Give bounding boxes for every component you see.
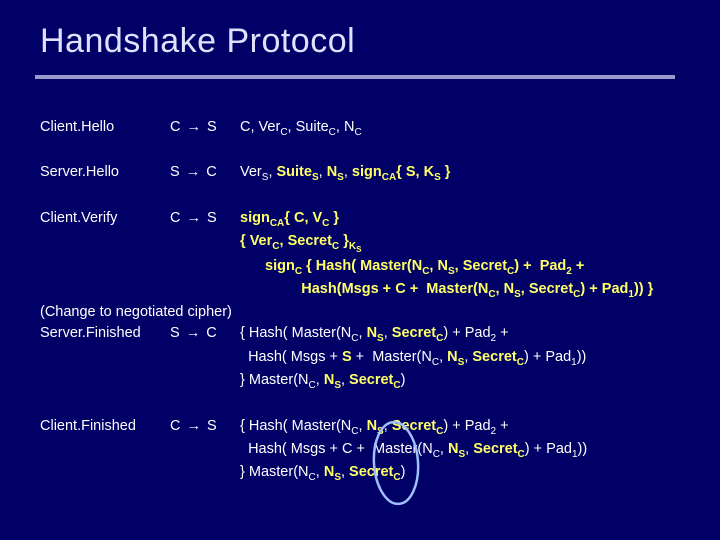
msg-payload: signCA{ C, VC } xyxy=(240,208,339,231)
msg-payload: { Hash( Master(NC, NS, SecretC) + Pad2 + xyxy=(240,416,509,439)
row-client-hello: Client.Hello C → S C, VerC, SuiteC, NC xyxy=(40,117,690,140)
row-server-finished: Server.Finished S → C { Hash( Master(NC,… xyxy=(40,323,690,346)
title-rule xyxy=(35,75,675,79)
msg-payload: VerS, SuiteS, NS, signCA{ S, KS } xyxy=(240,162,450,185)
row-sf-3: } Master(NC, NS, SecretC) xyxy=(40,370,690,393)
msg-payload: signC { Hash( Master(NC, NS, SecretC) + … xyxy=(265,256,584,279)
msg-dir: C → S xyxy=(170,117,240,138)
row-cv-3: signC { Hash( Master(NC, NS, SecretC) + … xyxy=(40,256,690,279)
row-cf-2: Hash( Msgs + C + Master(NC, NS, SecretC)… xyxy=(40,439,690,462)
msg-payload: (Change to negotiated cipher) xyxy=(40,302,232,323)
msg-payload: } Master(NC, NS, SecretC) xyxy=(240,462,405,485)
msg-name: Server.Hello xyxy=(40,162,170,183)
msg-payload: C, VerC, SuiteC, NC xyxy=(240,117,362,140)
row-cv-4: Hash(Msgs + C + Master(NC, NS, SecretC) … xyxy=(40,279,690,302)
msg-dir: S → C xyxy=(170,162,240,183)
msg-payload: Hash( Msgs + C + Master(NC, NS, SecretC)… xyxy=(240,439,587,462)
msg-payload: { VerC, SecretC }KS xyxy=(240,231,361,255)
msg-dir: C → S xyxy=(170,208,240,229)
row-client-finished: Client.Finished C → S { Hash( Master(NC,… xyxy=(40,416,690,439)
row-cf-3: } Master(NC, NS, SecretC) xyxy=(40,462,690,485)
slide-title: Handshake Protocol xyxy=(40,22,690,61)
slide: Handshake Protocol Client.Hello C → S C,… xyxy=(0,0,720,540)
msg-name: Server.Finished xyxy=(40,323,170,344)
msg-name: Client.Finished xyxy=(40,416,170,437)
msg-name: Client.Hello xyxy=(40,117,170,138)
msg-payload: Hash(Msgs + C + Master(NC, NS, SecretC) … xyxy=(265,279,653,302)
msg-dir: S → C xyxy=(170,323,240,344)
row-client-verify: Client.Verify C → S signCA{ C, VC } xyxy=(40,208,690,231)
msg-dir: C → S xyxy=(170,416,240,437)
msg-name: Client.Verify xyxy=(40,208,170,229)
slide-body: Client.Hello C → S C, VerC, SuiteC, NC S… xyxy=(40,117,690,486)
msg-payload: { Hash( Master(NC, NS, SecretC) + Pad2 + xyxy=(240,323,509,346)
msg-payload: } Master(NC, NS, SecretC) xyxy=(240,370,405,393)
msg-payload: Hash( Msgs + S + Master(NC, NS, SecretC)… xyxy=(240,347,586,370)
row-sf-2: Hash( Msgs + S + Master(NC, NS, SecretC)… xyxy=(40,347,690,370)
row-cv-2: { VerC, SecretC }KS xyxy=(40,231,690,255)
row-change-cipher: (Change to negotiated cipher) xyxy=(40,302,690,323)
row-server-hello: Server.Hello S → C VerS, SuiteS, NS, sig… xyxy=(40,162,690,185)
